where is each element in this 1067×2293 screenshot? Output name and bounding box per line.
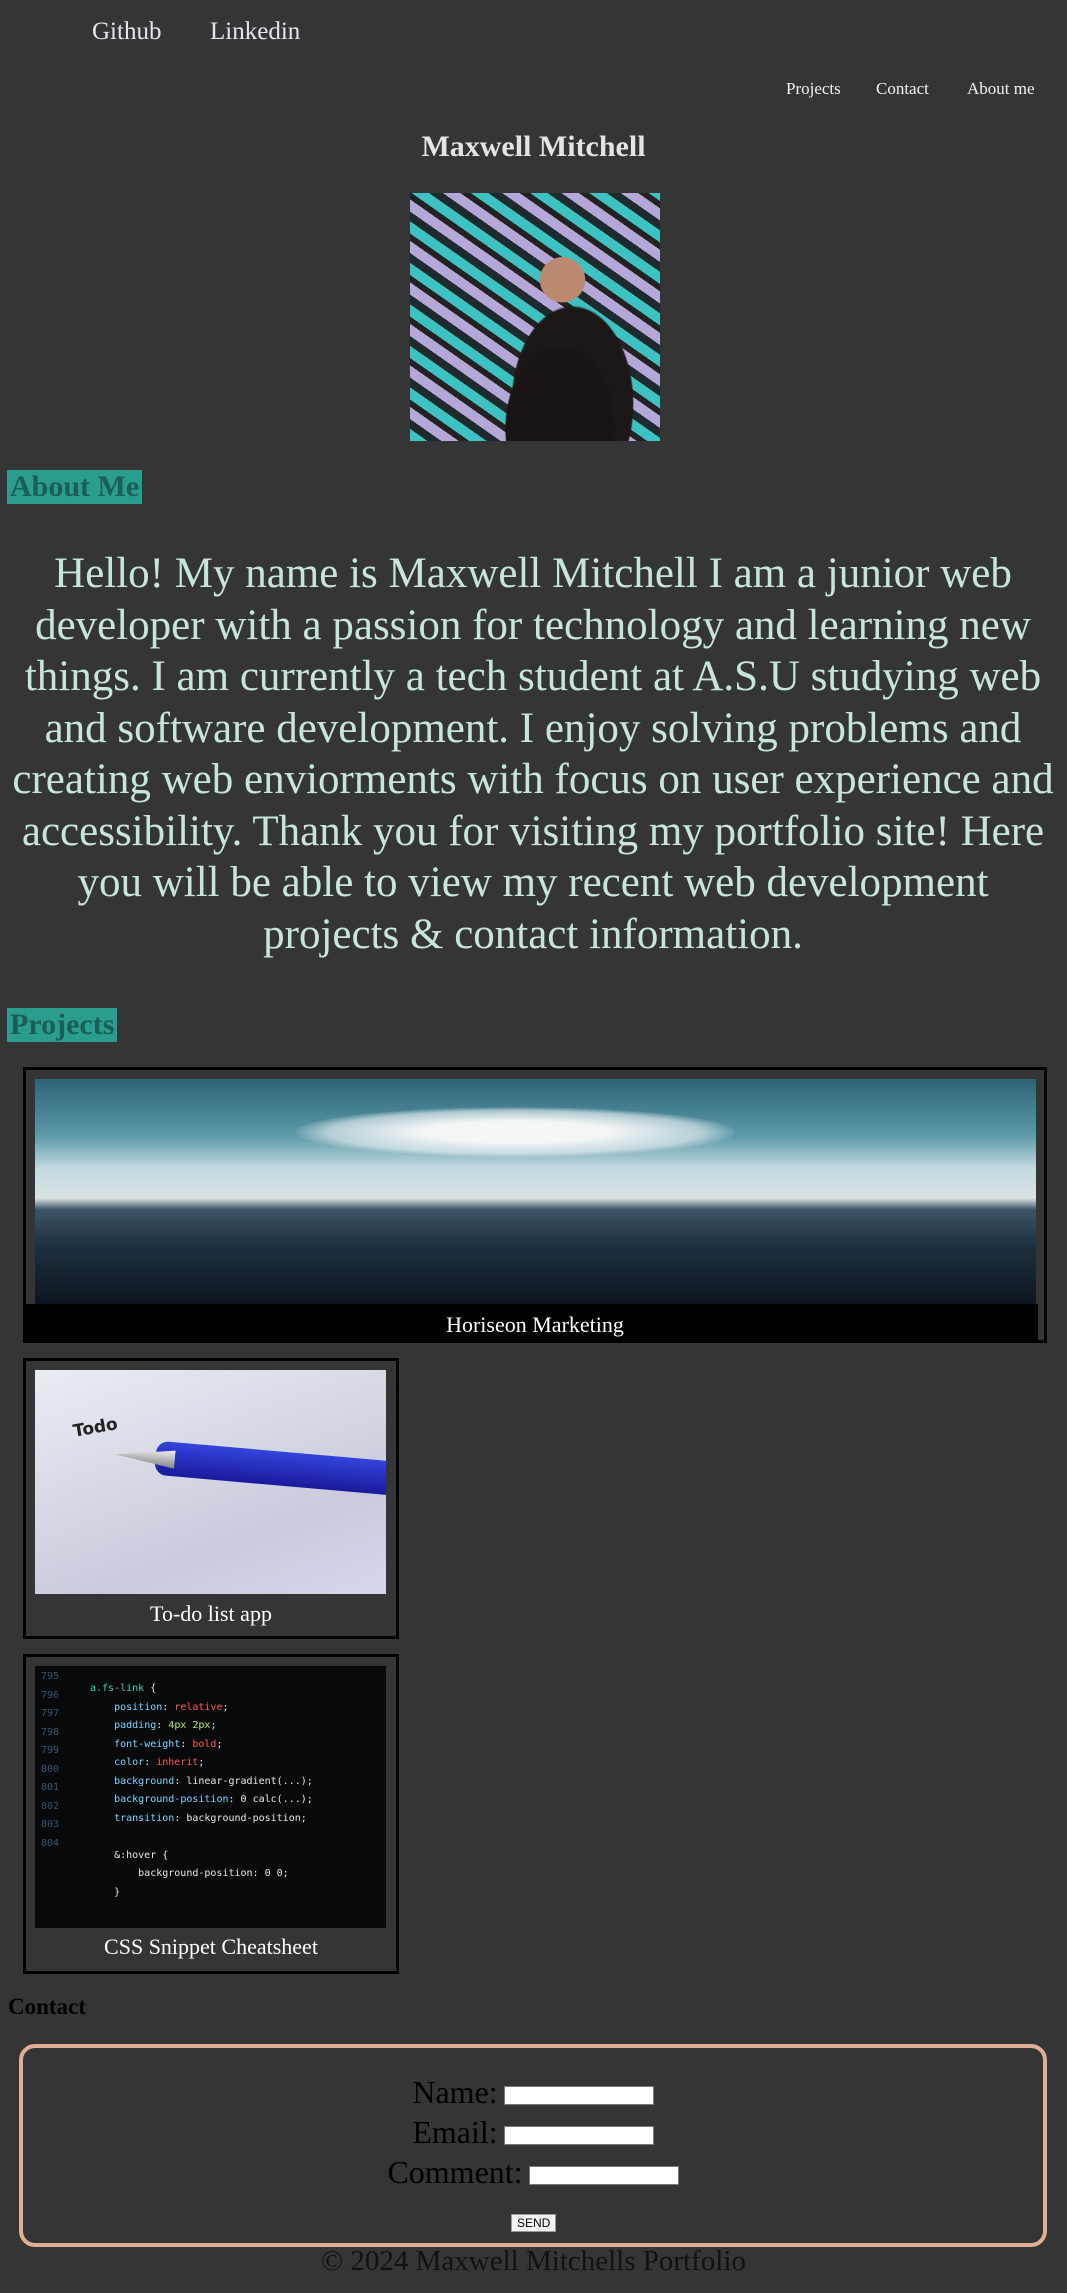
footer-copyright: © 2024 Maxwell Mitchells Portfolio — [321, 2245, 746, 2277]
css-snippet-image: 795 796 797 798 799 800 801 802 803 804 … — [35, 1666, 386, 1928]
project-card-css-snippet[interactable]: 795 796 797 798 799 800 801 802 803 804 … — [23, 1654, 399, 1974]
todo-image-text: Todo — [71, 1414, 120, 1442]
page-title: Maxwell Mitchell — [421, 130, 646, 163]
nav-projects[interactable]: Projects — [786, 79, 841, 99]
project-caption: CSS Snippet Cheatsheet — [104, 1934, 318, 1959]
about-paragraph: Hello! My name is Maxwell Mitchell I am … — [12, 550, 1054, 958]
profile-photo — [410, 193, 660, 441]
email-label: Email: — [412, 2114, 498, 2150]
send-button[interactable]: SEND — [511, 2214, 557, 2232]
todo-image: Todo — [35, 1370, 386, 1594]
github-link[interactable]: Github — [92, 18, 161, 46]
nav-about-me[interactable]: About me — [967, 79, 1035, 99]
about-heading: About Me — [7, 470, 143, 504]
comment-row: Comment: — [23, 2154, 1043, 2190]
linkedin-link[interactable]: Linkedin — [210, 18, 300, 46]
comment-input[interactable] — [528, 2166, 679, 2186]
project-caption: To-do list app — [150, 1601, 272, 1626]
name-input[interactable] — [503, 2086, 654, 2106]
project-card-todo[interactable]: Todo To-do list app — [23, 1358, 399, 1639]
contact-form: Name: Email: Comment: SEND — [19, 2044, 1047, 2247]
comment-label: Comment: — [387, 2154, 523, 2190]
project-caption: Horiseon Marketing — [446, 1312, 624, 1337]
nav-contact[interactable]: Contact — [876, 79, 929, 99]
contact-heading: Contact — [8, 1994, 86, 2019]
email-row: Email: — [23, 2114, 1043, 2150]
project-card-horiseon[interactable]: Horiseon Marketing — [23, 1067, 1047, 1343]
projects-heading: Projects — [7, 1008, 118, 1042]
horiseon-image — [35, 1079, 1036, 1304]
name-label: Name: — [412, 2074, 498, 2110]
email-input[interactable] — [503, 2126, 654, 2146]
name-row: Name: — [23, 2074, 1043, 2110]
